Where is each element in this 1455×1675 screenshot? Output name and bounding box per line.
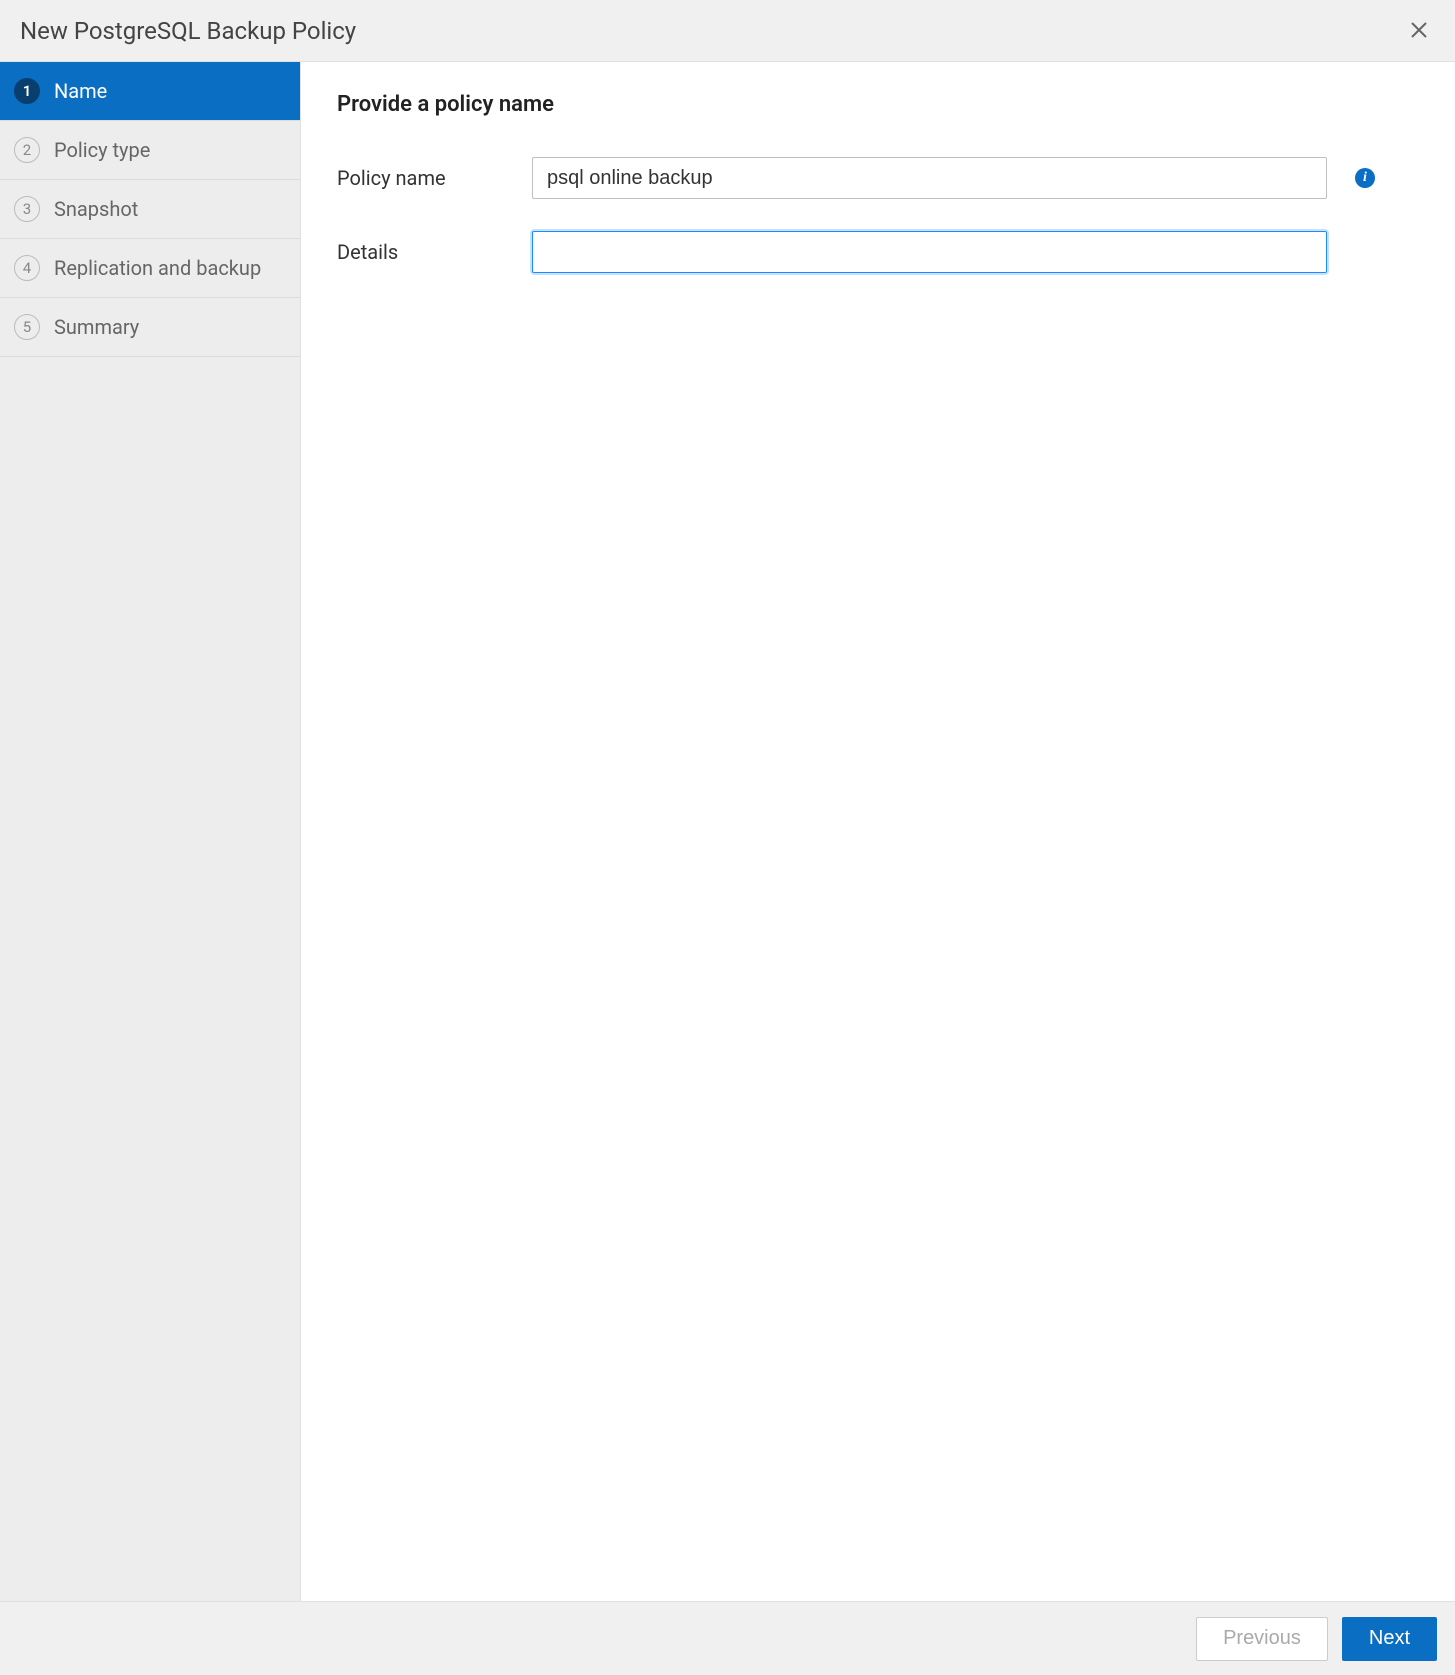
details-label: Details — [337, 240, 532, 264]
step-label: Replication and backup — [54, 256, 286, 280]
step-number: 4 — [14, 255, 40, 281]
dialog-header: New PostgreSQL Backup Policy — [0, 0, 1455, 62]
wizard-step-replication[interactable]: 4 Replication and backup — [0, 239, 300, 298]
close-icon — [1409, 15, 1429, 46]
panel-heading: Provide a policy name — [337, 92, 1419, 117]
details-row: Details — [337, 231, 1419, 273]
wizard-step-policy-type[interactable]: 2 Policy type — [0, 121, 300, 180]
info-icon[interactable]: i — [1355, 168, 1375, 188]
wizard-step-summary[interactable]: 5 Summary — [0, 298, 300, 357]
policy-name-row: Policy name i — [337, 157, 1419, 199]
step-number: 1 — [14, 78, 40, 104]
step-number: 2 — [14, 137, 40, 163]
step-label: Name — [54, 79, 286, 103]
next-button[interactable]: Next — [1342, 1617, 1437, 1661]
details-input[interactable] — [532, 231, 1327, 273]
wizard-step-snapshot[interactable]: 3 Snapshot — [0, 180, 300, 239]
previous-button[interactable]: Previous — [1196, 1617, 1328, 1661]
dialog-footer: Previous Next — [0, 1601, 1455, 1675]
wizard-sidebar: 1 Name 2 Policy type 3 Snapshot 4 Replic… — [0, 62, 301, 1601]
policy-name-label: Policy name — [337, 166, 532, 190]
policy-name-input[interactable] — [532, 157, 1327, 199]
step-number: 3 — [14, 196, 40, 222]
close-button[interactable] — [1403, 17, 1435, 45]
step-number: 5 — [14, 314, 40, 340]
step-label: Snapshot — [54, 197, 286, 221]
main-panel: Provide a policy name Policy name i Deta… — [301, 62, 1455, 1601]
wizard-step-name[interactable]: 1 Name — [0, 62, 300, 121]
step-label: Summary — [54, 315, 286, 339]
step-label: Policy type — [54, 138, 286, 162]
dialog-body: 1 Name 2 Policy type 3 Snapshot 4 Replic… — [0, 62, 1455, 1601]
dialog-title: New PostgreSQL Backup Policy — [20, 17, 356, 45]
